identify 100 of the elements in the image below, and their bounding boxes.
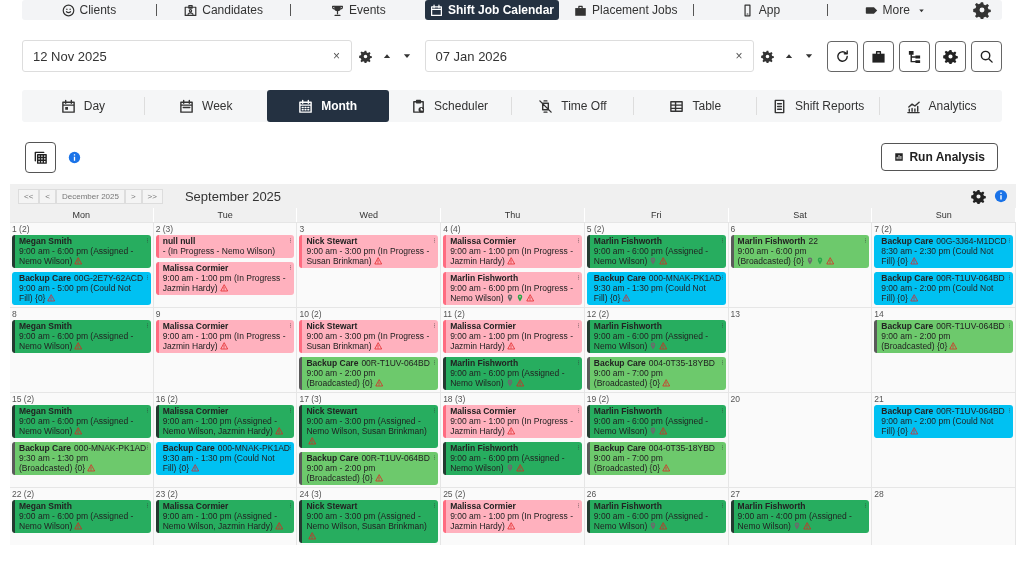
shift-event[interactable]: Nick Stewart 9:00 am - 3:00 pm (Assigned - Nemo Wilson, Susan Brinkman) [299, 500, 439, 543]
shift-event[interactable]: Backup Care 004-0T35-18YBD 9:00 am - 7:00 pm (Broadcasted) {0} [586, 357, 726, 390]
more-options-icon[interactable] [288, 322, 294, 329]
shift-event[interactable]: Malissa Cormier 9:00 am - 1:00 pm (In Progress - Jazmin Hardy) [443, 500, 582, 533]
shift-event[interactable]: Backup Care 00G-3J64-M1DCD 8:30 am - 2:30 pm (Could Not Fill) {0} [874, 235, 1013, 268]
event-name: Backup Care [881, 236, 934, 246]
calendar-nav-button[interactable]: << [18, 188, 40, 204]
settings-icon [761, 49, 774, 63]
shift-event[interactable]: Marlin Fishworth 22 9:00 am - 6:00 pm (Broadcasted) {0} [730, 235, 870, 268]
nav-link[interactable]: Placement Jobs [558, 0, 693, 20]
shift-event[interactable]: Malissa Cormier 9:00 am - 1:00 pm (In Progress - Jazmin Hardy) [443, 235, 582, 268]
shift-event[interactable]: Backup Care 004-0T35-18YBD 9:00 am - 7:00 pm (Broadcasted) {0} [586, 442, 726, 475]
nav-link[interactable]: Events [291, 0, 426, 20]
calendar-nav-button[interactable]: December 2025 [56, 188, 125, 204]
day-number: 25 (2) [443, 489, 467, 500]
shift-event[interactable]: null null - (In Progress - Nemo Wilson) [155, 235, 295, 258]
shift-event[interactable]: Backup Care 000-MNAK-PK1AD 9:30 am - 1:30 pm (Could Not Fill) {0} [155, 442, 295, 475]
nav-link[interactable]: Clients [22, 0, 156, 20]
shift-event[interactable]: Marlin Fishworth 9:00 am - 6:00 pm (Assigned - Nemo Wilson) [586, 235, 726, 268]
shift-event[interactable]: Backup Care 00R-T1UV-064BD 9:00 am - 2:00 pm (Broadcasted) {0} [299, 452, 439, 485]
more-options-icon[interactable] [288, 444, 294, 451]
shift-event[interactable]: Megan Smith 9:00 am - 6:00 pm (Assigned - Nemo Wilson) [12, 320, 151, 353]
grid-view-button[interactable] [25, 141, 56, 173]
clear-button[interactable]: × [322, 48, 351, 64]
calendar-nav-button[interactable]: >> [141, 188, 163, 204]
event-details: 9:00 am - 6:00 pm (Assigned - Nemo Wilson) [19, 511, 134, 531]
view-tab[interactable]: Month [266, 90, 389, 122]
event-details: 9:00 am - 6:00 pm (Assigned - Nemo Wilson) [19, 331, 134, 351]
shift-event[interactable]: Nick Stewart 9:00 am - 3:00 pm (In Progress - Susan Brinkman) [299, 235, 439, 268]
event-details: 9:00 am - 2:00 pm (Broadcasted) {0} [306, 368, 376, 388]
search-button[interactable] [971, 40, 1002, 72]
more-options-icon[interactable] [1007, 407, 1012, 414]
event-code: 00G-2E7Y-62ACD [73, 273, 144, 283]
hierarchy-button[interactable] [899, 40, 930, 72]
shift-event[interactable]: Marlin Fishworth 9:00 am - 6:00 pm (Assigned - Nemo Wilson) [443, 442, 582, 475]
shift-event[interactable]: Malissa Cormier 9:00 am - 1:00 pm (In Progress - Jazmin Hardy) [443, 320, 582, 353]
event-name: Marlin Fishworth [593, 501, 662, 511]
day-number: 5 (2) [586, 224, 606, 235]
calendar-nav-button[interactable]: < [39, 188, 56, 204]
shift-event[interactable]: Backup Care 00R-T1UV-064BD 9:00 am - 2:00 pm (Broadcasted) {0} [299, 357, 439, 390]
shift-event[interactable]: Nick Stewart 9:00 am - 3:00 pm (Assigned - Nemo Wilson, Susan Brinkman) [299, 405, 439, 448]
info-icon[interactable] [994, 189, 1008, 203]
day-number: 22 (2) [12, 489, 36, 500]
shift-event[interactable]: Malissa Cormier 9:00 am - 1:00 pm (In Progress - Jazmin Hardy) [443, 405, 582, 438]
shift-event[interactable]: Megan Smith 9:00 am - 6:00 pm (Assigned - Nemo Wilson) [12, 235, 151, 268]
view-tab[interactable]: Shift Reports [757, 90, 880, 122]
date-field[interactable]: 12 Nov 2025 × [22, 40, 352, 72]
shift-event[interactable]: Malissa Cormier 9:00 am - 1:00 pm (In Progress - Jazmin Hardy) [155, 262, 295, 295]
more-options-icon[interactable] [719, 274, 725, 281]
day-number: 17 (3) [299, 394, 323, 405]
shift-event[interactable]: Marlin Fishworth 9:00 am - 4:00 pm (Assigned - Nemo Wilson) [730, 500, 870, 533]
info-icon[interactable] [68, 150, 81, 164]
run-analysis-button[interactable]: Run Analysis [881, 143, 998, 171]
view-tab[interactable]: Time Off [511, 90, 634, 122]
view-tab[interactable]: Scheduler [388, 90, 511, 122]
shift-event[interactable]: Malissa Cormier 9:00 am - 1:00 pm (In Progress - Jazmin Hardy) [155, 320, 295, 353]
day-number: 6 [730, 224, 737, 235]
event-details: 9:30 am - 1:30 pm (Could Not Fill) {0} [162, 453, 275, 473]
settings-icon[interactable] [971, 188, 986, 204]
view-tab[interactable]: Day [22, 90, 144, 122]
shift-event[interactable]: Backup Care 00G-2E7Y-62ACD 9:00 am - 5:00 pm (Could Not Fill) {0} [12, 272, 151, 305]
nav-link[interactable]: Shift Job Calendar [425, 0, 559, 20]
more-options-icon[interactable] [1007, 274, 1012, 281]
settings-button[interactable] [935, 40, 966, 72]
shift-event[interactable]: Backup Care 00R-T1UV-064BD 9:00 am - 2:00 pm (Broadcasted) {0} [874, 320, 1013, 353]
shift-event[interactable]: Marlin Fishworth 9:00 am - 6:00 pm (Assigned - Nemo Wilson) [586, 500, 726, 533]
more-options-icon[interactable] [288, 264, 294, 271]
nav-link[interactable]: Candidates [156, 0, 291, 20]
shift-event[interactable]: Megan Smith 9:00 am - 6:00 pm (Assigned - Nemo Wilson) [12, 500, 151, 533]
shift-event[interactable]: Nick Stewart 9:00 am - 3:00 pm (In Progress - Susan Brinkman) [299, 320, 439, 353]
more-options-icon[interactable] [1007, 322, 1012, 329]
more-options-icon[interactable] [144, 444, 150, 451]
more-options-icon[interactable] [1007, 237, 1012, 244]
nav-link[interactable]: App [693, 0, 828, 20]
view-tab[interactable]: Table [634, 90, 757, 122]
shift-event[interactable]: Backup Care 000-MNAK-PK1AD 9:30 am - 1:30 pm (Could Not Fill) {0} [586, 272, 726, 305]
more-options-icon[interactable] [288, 237, 294, 244]
shift-event[interactable]: Backup Care 000-MNAK-PK1AD 9:30 am - 1:30 pm (Broadcasted) {0} [12, 442, 151, 475]
shift-event[interactable]: Backup Care 00R-T1UV-064BD 9:00 am - 2:00 pm (Could Not Fill) {0} [874, 272, 1013, 305]
event-name: Malissa Cormier [162, 501, 229, 511]
shift-event[interactable]: Marlin Fishworth 9:00 am - 6:00 pm (Assigned - Nemo Wilson) [443, 357, 582, 390]
more-options-icon[interactable] [432, 237, 438, 244]
shift-event[interactable]: Marlin Fishworth 9:00 am - 6:00 pm (Assigned - Nemo Wilson) [586, 320, 726, 353]
shift-event[interactable]: Marlin Fishworth 9:00 am - 6:00 pm (In Progress - Nemo Wilson) [443, 272, 582, 305]
nav-link[interactable]: More [828, 0, 963, 20]
clear-button[interactable]: × [725, 48, 753, 64]
event-name: Megan Smith [19, 236, 72, 246]
date-settings-button[interactable] [758, 49, 777, 63]
shift-event[interactable]: Backup Care 00R-T1UV-064BD 9:00 am - 2:00 pm (Could Not Fill) {0} [874, 405, 1013, 438]
shift-event[interactable]: Megan Smith 9:00 am - 6:00 pm (Assigned - Nemo Wilson) [12, 405, 151, 438]
event-details: 9:00 am - 5:00 pm (Could Not Fill) {0} [19, 283, 131, 303]
refresh-button[interactable] [827, 40, 858, 72]
jobs-button[interactable] [863, 40, 894, 72]
date-field[interactable]: 07 Jan 2026 × [424, 40, 754, 72]
view-tab[interactable]: Analytics [880, 90, 1002, 122]
shift-event[interactable]: Malissa Cormier 9:00 am - 1:00 pm (Assigned - Nemo Wilson, Jazmin Hardy) [155, 500, 295, 533]
shift-event[interactable]: Marlin Fishworth 9:00 am - 6:00 pm (Assigned - Nemo Wilson) [586, 405, 726, 438]
shift-event[interactable]: Malissa Cormier 9:00 am - 1:00 pm (Assigned - Nemo Wilson, Jazmin Hardy) [155, 405, 295, 438]
more-options-icon[interactable] [432, 322, 438, 329]
view-tab[interactable]: Week [144, 90, 267, 122]
